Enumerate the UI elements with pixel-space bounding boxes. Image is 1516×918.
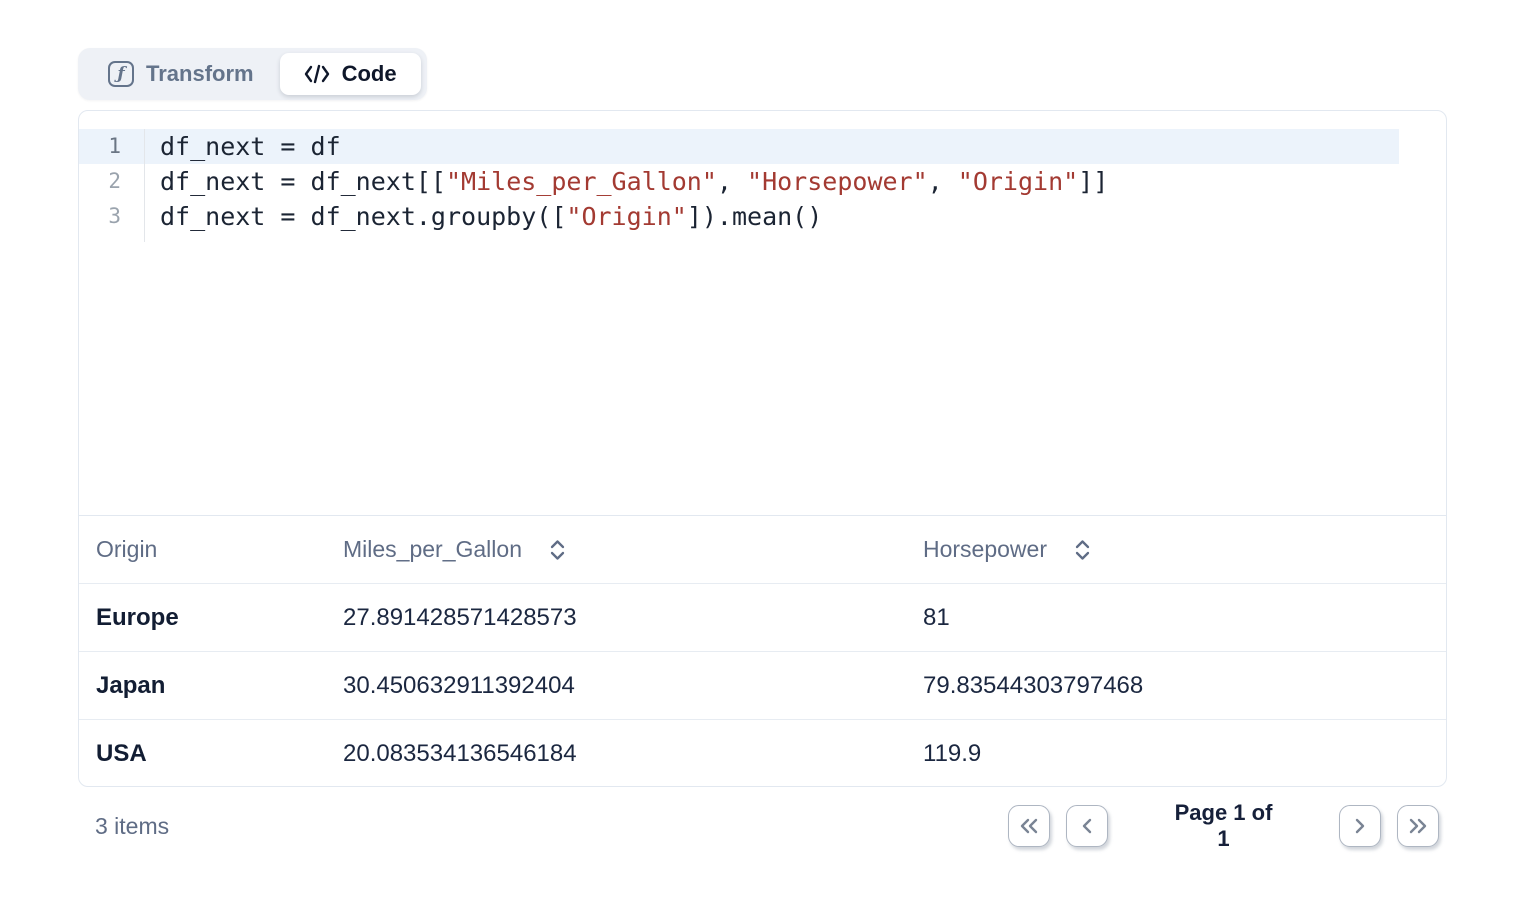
- tab-code[interactable]: Code: [280, 53, 421, 95]
- gutter-spacer: [79, 234, 1399, 242]
- code-line-text: df_next = df: [145, 129, 341, 164]
- code-line-3[interactable]: 3 df_next = df_next.groupby(["Origin"]).…: [79, 199, 1399, 234]
- pagination-controls: Page 1 of 1: [1008, 800, 1439, 852]
- line-number: 3: [79, 199, 145, 234]
- page-indicator: Page 1 of 1: [1166, 800, 1281, 852]
- code-lines: 1 df_next = df 2 df_next = df_next[["Mil…: [79, 129, 1446, 242]
- code-line-1[interactable]: 1 df_next = df: [79, 129, 1399, 164]
- row-horsepower-value: 79.83544303797468: [923, 672, 1143, 700]
- line-number: 1: [79, 129, 145, 164]
- table-header-row: Origin Miles_per_Gallon Horsepower: [79, 516, 1446, 584]
- sort-icon[interactable]: [548, 539, 567, 561]
- row-mpg-value: 30.450632911392404: [343, 672, 575, 700]
- line-number: 2: [79, 164, 145, 199]
- row-origin-value: Europe: [96, 604, 179, 632]
- row-origin-value: USA: [96, 740, 147, 768]
- table-row: USA 20.083534136546184 119.9: [79, 720, 1446, 788]
- table-row: Japan 30.450632911392404 79.835443037974…: [79, 652, 1446, 720]
- table-row: Europe 27.891428571428573 81: [79, 584, 1446, 652]
- code-line-2[interactable]: 2 df_next = df_next[["Miles_per_Gallon",…: [79, 164, 1399, 199]
- previous-page-button[interactable]: [1066, 805, 1108, 847]
- result-table: Origin Miles_per_Gallon Horsepower: [79, 516, 1446, 788]
- tab-transform-label: Transform: [146, 61, 254, 87]
- code-and-result-card: 1 df_next = df 2 df_next = df_next[["Mil…: [78, 110, 1447, 787]
- code-line-text: df_next = df_next.groupby(["Origin"]).me…: [145, 199, 822, 234]
- row-mpg-value: 27.891428571428573: [343, 604, 577, 632]
- column-header-miles-per-gallon[interactable]: Miles_per_Gallon: [343, 536, 522, 563]
- column-header-origin: Origin: [96, 536, 157, 563]
- row-origin-value: Japan: [96, 672, 165, 700]
- tab-transform[interactable]: ƒ Transform: [84, 53, 278, 95]
- row-mpg-value: 20.083534136546184: [343, 740, 577, 768]
- row-horsepower-value: 119.9: [923, 740, 981, 768]
- column-header-horsepower[interactable]: Horsepower: [923, 536, 1047, 563]
- code-brackets-icon: [304, 63, 330, 85]
- view-mode-tabbar: ƒ Transform Code: [78, 48, 427, 100]
- table-footer: 3 items Page 1 of 1: [78, 804, 1447, 848]
- next-page-button[interactable]: [1339, 805, 1381, 847]
- items-count: 3 items: [78, 813, 169, 840]
- code-editor[interactable]: 1 df_next = df 2 df_next = df_next[["Mil…: [79, 111, 1446, 516]
- code-line-text: df_next = df_next[["Miles_per_Gallon", "…: [145, 164, 1108, 199]
- tab-code-label: Code: [342, 61, 397, 87]
- first-page-button[interactable]: [1008, 805, 1050, 847]
- sort-icon[interactable]: [1073, 539, 1092, 561]
- row-horsepower-value: 81: [923, 604, 950, 632]
- function-icon: ƒ: [108, 61, 134, 87]
- last-page-button[interactable]: [1397, 805, 1439, 847]
